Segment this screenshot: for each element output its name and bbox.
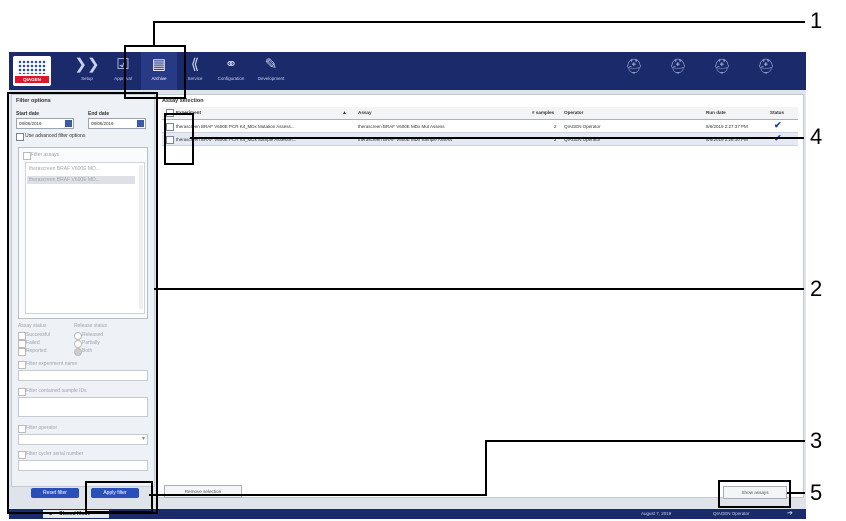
table-row[interactable]: therascreen BRAF V600E PCR Kit_MDx Mutat… — [162, 120, 798, 133]
column-samples[interactable]: # samples — [532, 110, 554, 115]
table-row[interactable]: therascreen BRAF V600E PCR Kit_MDx Sampl… — [162, 133, 798, 146]
remove-selection-button[interactable]: Remove selection — [164, 485, 242, 498]
callout-line-4 — [190, 137, 804, 139]
column-status[interactable]: Status — [770, 110, 784, 115]
callout-number-5: 5 — [810, 480, 823, 505]
configuration-icon: ⚭ — [224, 56, 238, 73]
cell-operator: QIAGEN Operator — [564, 124, 601, 129]
callout-box-3 — [85, 481, 153, 513]
logout-icon[interactable]: ➔ — [787, 509, 793, 517]
status-user: QIAGEN Operator — [713, 511, 750, 516]
callout-box-1 — [124, 45, 186, 99]
table-header: Experiment ▲ Assay # samples Operator Ru… — [162, 107, 798, 120]
cycler-2-icon[interactable]: ⛑ — [669, 58, 687, 75]
callout-number-3: 3 — [810, 428, 823, 453]
callout-line-2 — [154, 288, 804, 290]
column-operator[interactable]: Operator — [564, 110, 583, 115]
callout-box-5 — [718, 480, 791, 508]
callout-number-2: 2 — [810, 276, 823, 301]
column-assay[interactable]: Assay — [358, 110, 372, 115]
cell-experiment: therascreen BRAF V600E PCR Kit_MDx Mutat… — [176, 124, 295, 129]
callout-box-2 — [7, 92, 158, 514]
logo-text: QIAGEN — [15, 76, 49, 83]
assay-selection-panel: Assay selection Experiment ▲ Assay # sam… — [157, 94, 804, 498]
callout-line-5 — [787, 492, 805, 494]
cycler-3-icon[interactable]: ⛑ — [713, 58, 731, 75]
sort-asc-icon[interactable]: ▲ — [342, 110, 347, 116]
callout-box-4 — [164, 113, 194, 165]
callout-line-1 — [153, 21, 155, 45]
status-date: August 7, 2019 — [641, 511, 672, 516]
development-icon: ✎ — [264, 56, 278, 73]
nav-development[interactable]: ✎ Development — [253, 52, 289, 90]
callout-number-4: 4 — [810, 124, 823, 149]
cycler-1-icon[interactable]: ⛑ — [625, 58, 643, 75]
callout-line-3 — [485, 440, 487, 496]
status-check-icon: ✔ — [774, 120, 782, 130]
column-run-date[interactable]: Run date — [706, 110, 726, 115]
cell-run-date: 8/6/2019 2:27:37 PM — [706, 124, 748, 129]
callout-line-1 — [153, 21, 805, 23]
nav-configuration[interactable]: ⚭ Configuration — [213, 52, 249, 90]
cell-samples: 2 — [554, 124, 557, 129]
setup-icon: ❯❯ — [74, 56, 100, 73]
nav-setup[interactable]: ❯❯ Setup — [69, 52, 105, 90]
cycler-4-icon[interactable]: ⛑ — [757, 58, 775, 75]
callout-line-3 — [149, 494, 485, 496]
callout-number-1: 1 — [810, 8, 823, 33]
cell-assay: therascreen BRAF V600E MDx Mut Assess — [358, 124, 445, 129]
callout-line-3 — [485, 440, 805, 442]
logo-dots-icon — [18, 60, 46, 74]
